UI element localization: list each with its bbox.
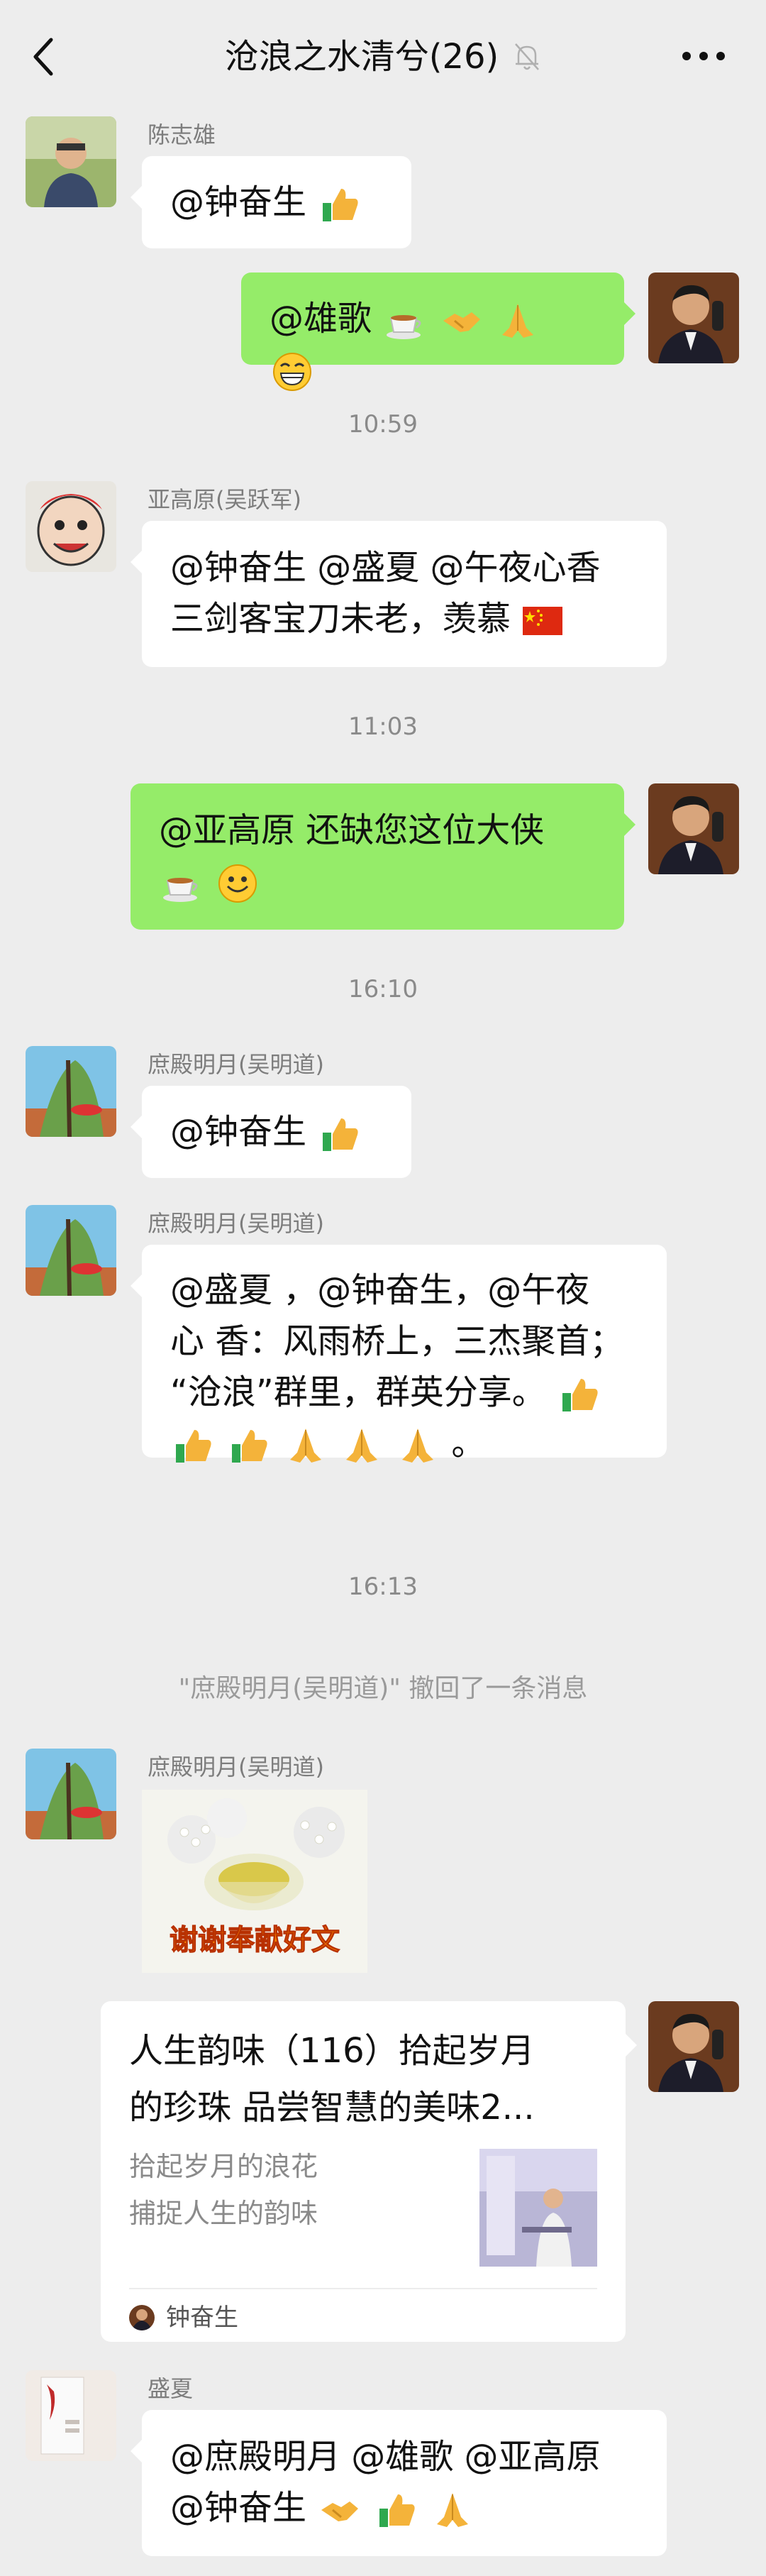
sender-name: 庶殿明月(吴明道) <box>148 1210 324 1237</box>
pray-hands-icon <box>345 1429 377 1463</box>
tea-cup-icon <box>387 315 421 339</box>
handshake-icon <box>443 312 480 332</box>
message-text: @雄歌 <box>270 299 383 338</box>
message-text-line: @钟奋生 @盛夏 @午夜心香 <box>170 548 601 588</box>
chat-title: 沧浪之水清兮(26) <box>224 37 499 77</box>
thumbs-up-icon <box>379 2494 415 2527</box>
message-text-line: 心 香：风雨桥上，三杰聚首； <box>170 1321 624 1361</box>
link-card-description: 拾起岁月的浪花 捕捉人生的韵味 <box>129 2151 318 2229</box>
thumbs-up-icon <box>323 1118 358 1151</box>
chat-header: 沧浪之水清兮(26) <box>0 0 766 114</box>
thumbs-up-icon <box>176 1430 211 1463</box>
avatar[interactable] <box>26 116 116 207</box>
smile-face-icon <box>218 864 257 903</box>
avatar[interactable] <box>26 481 116 572</box>
message-bubble[interactable]: @庶殿明月 @雄歌 @亚高原 @钟奋生 <box>131 2410 667 2556</box>
message-bubble[interactable]: @钟奋生 <box>131 1086 411 1178</box>
pray-hands-icon <box>436 2493 468 2527</box>
message-text-line: “沧浪”群里，群英分享。 <box>170 1372 546 1412</box>
image-message[interactable]: 谢谢奉献好文 <box>142 1790 367 1973</box>
sender-name: 庶殿明月(吴明道) <box>148 1051 324 1078</box>
sender-name: 亚高原(吴跃军) <box>148 486 301 513</box>
tea-cup-icon <box>163 878 198 902</box>
my-avatar[interactable] <box>648 783 739 874</box>
timestamp: 11:03 <box>348 712 418 741</box>
message-text: @钟奋生 <box>170 1112 318 1152</box>
bell-muted-icon <box>515 43 540 70</box>
sender-name: 陈志雄 <box>148 121 216 148</box>
avatar[interactable] <box>26 1205 116 1296</box>
thumbs-up-icon <box>562 1379 598 1411</box>
pray-hands-icon <box>402 1429 434 1463</box>
link-card-title: 人生韵味（116）拾起岁月 的珍珠 品尝智慧的美味2... <box>129 2031 535 2128</box>
message-bubble[interactable]: @钟奋生 @盛夏 @午夜心香 三剑客宝刀未老，羡慕 <box>131 521 667 667</box>
message-text-line: 三剑客宝刀未老，羡慕 <box>170 599 511 639</box>
avatar[interactable] <box>26 1046 116 1137</box>
message-bubble-self[interactable]: @雄歌 <box>241 273 635 391</box>
thumbs-up-icon <box>232 1430 267 1463</box>
timestamp: 16:13 <box>348 1573 418 1601</box>
pray-hands-icon <box>501 304 533 338</box>
message-text-line: @钟奋生 <box>170 2488 318 2528</box>
sender-name: 庶殿明月(吴明道) <box>148 1754 324 1780</box>
recall-notice: "庶殿明月(吴明道)" 撤回了一条消息 <box>178 1674 588 1703</box>
thumbs-up-icon <box>323 189 358 221</box>
image-caption: 谢谢奉献好文 <box>170 1924 340 1956</box>
timestamp: 16:10 <box>348 975 418 1003</box>
chat-title-row: 沧浪之水清兮(26) <box>0 34 766 79</box>
link-card[interactable]: 人生韵味（116）拾起岁月 的珍珠 品尝智慧的美味2... 拾起岁月的浪花 捕捉… <box>101 2001 637 2342</box>
message-bubble-self[interactable]: @亚高原 还缺您这位大侠 <box>131 783 635 930</box>
pray-hands-icon <box>289 1429 321 1463</box>
message-text-line: 。 <box>451 1424 486 1463</box>
message-text-line: @盛夏 ，@钟奋生，@午夜 <box>170 1270 590 1310</box>
message-bubble[interactable]: @钟奋生 <box>131 156 411 248</box>
sender-name: 盛夏 <box>148 2375 194 2402</box>
message-text: @钟奋生 <box>170 182 318 222</box>
source-avatar <box>129 2305 155 2330</box>
message-text-line: @亚高原 还缺您这位大侠 <box>159 810 545 850</box>
avatar[interactable] <box>26 2370 116 2461</box>
my-avatar[interactable] <box>648 2001 739 2092</box>
link-card-source: 钟奋生 <box>166 2303 238 2332</box>
message-bubble[interactable]: @盛夏 ，@钟奋生，@午夜 心 香：风雨桥上，三杰聚首； “沧浪”群里，群英分享… <box>131 1245 667 1463</box>
grin-face-icon <box>273 353 311 391</box>
timestamp: 10:59 <box>348 410 418 439</box>
link-card-thumbnail <box>479 2149 597 2267</box>
my-avatar[interactable] <box>648 273 739 363</box>
message-text-line: @庶殿明月 @雄歌 @亚高原 <box>170 2437 601 2477</box>
more-dots-icon[interactable] <box>681 45 726 67</box>
china-flag-icon <box>523 607 563 635</box>
avatar[interactable] <box>26 1749 116 1839</box>
handshake-icon <box>321 2501 359 2521</box>
divider <box>129 2288 597 2289</box>
